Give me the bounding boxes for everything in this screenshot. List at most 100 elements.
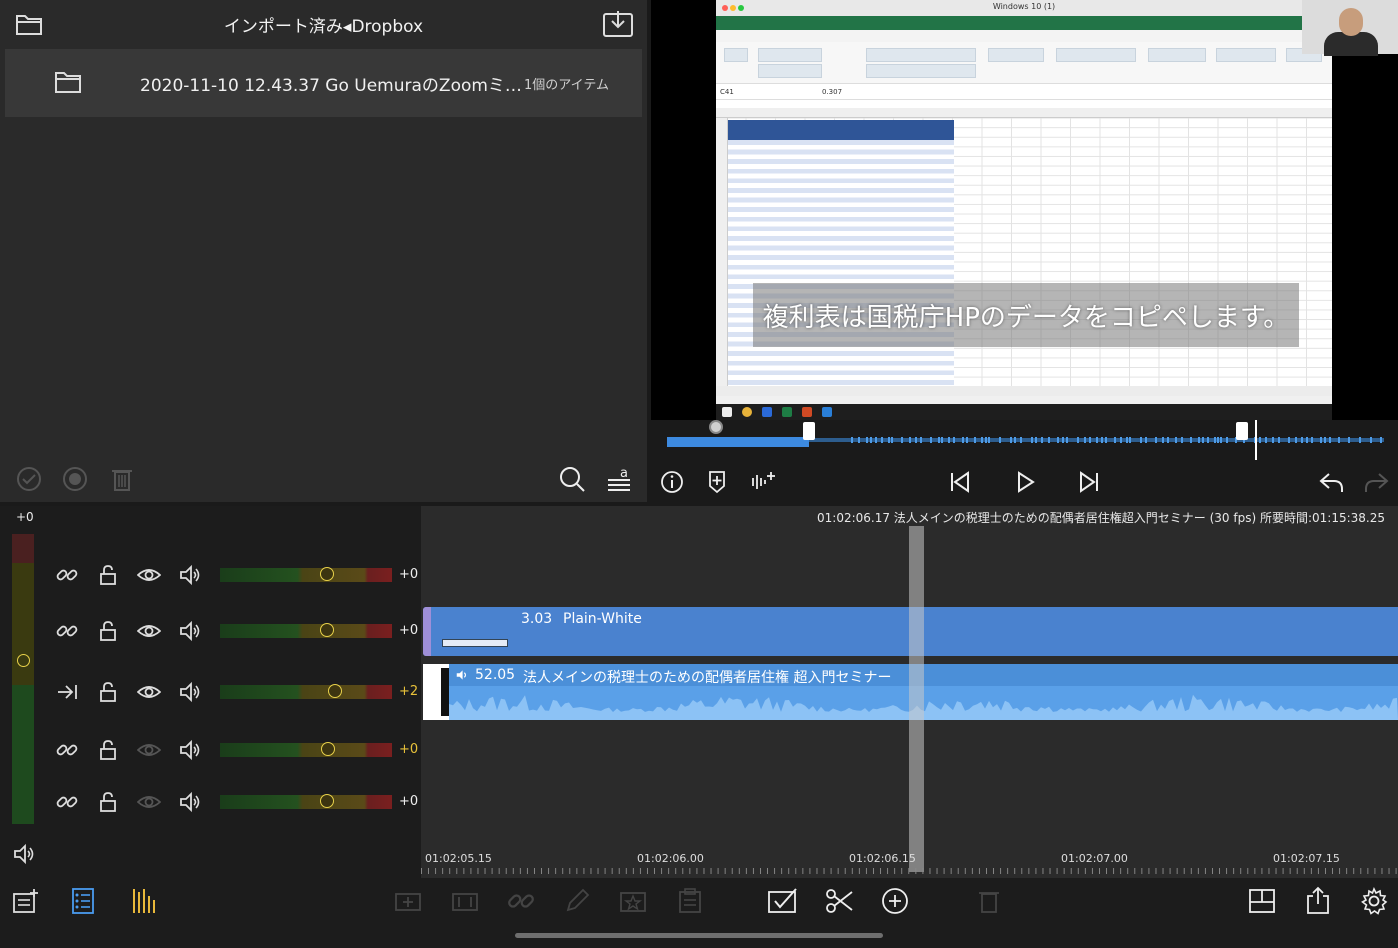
info-icon[interactable] xyxy=(658,468,686,496)
undo-icon[interactable] xyxy=(1317,468,1345,496)
clip-thumbnail xyxy=(423,664,449,720)
favorite-clip-icon[interactable] xyxy=(618,886,648,916)
edit-pencil-icon[interactable] xyxy=(562,886,592,916)
overwrite-clip-icon[interactable] xyxy=(450,886,480,916)
preview-viewer[interactable]: Windows 10 (1) C41 0.307 xyxy=(651,0,1398,420)
speaker-icon[interactable] xyxy=(12,842,36,866)
webcam-thumbnail xyxy=(1302,0,1398,56)
timeline-ruler[interactable]: 01:02:05.15 01:02:06.00 01:02:06.15 01:0… xyxy=(421,846,1398,878)
speaker-icon[interactable] xyxy=(178,790,202,814)
audio-meters-icon[interactable] xyxy=(130,886,160,916)
eye-icon[interactable] xyxy=(137,738,161,762)
powerpoint-icon xyxy=(802,407,812,417)
link-icon[interactable] xyxy=(55,619,79,643)
speaker-icon[interactable] xyxy=(178,738,202,762)
track-row: +0 xyxy=(0,611,421,651)
in-marker[interactable] xyxy=(803,422,815,440)
eye-icon[interactable] xyxy=(137,619,161,643)
play-icon[interactable] xyxy=(1011,468,1039,496)
volume-knob[interactable] xyxy=(319,623,334,637)
excel-statusbar xyxy=(716,396,1332,404)
excel-titlebar xyxy=(716,16,1332,30)
insert-clip-icon[interactable] xyxy=(393,886,423,916)
volume-knob[interactable] xyxy=(328,684,343,698)
track-volume-slider[interactable] xyxy=(220,623,392,638)
redo-icon[interactable] xyxy=(1363,468,1391,496)
app-icon xyxy=(762,407,772,417)
scissors-icon[interactable] xyxy=(824,886,854,916)
track-volume-slider[interactable] xyxy=(220,742,392,757)
timeline[interactable]: 01:02:06.17 法人メインの税理士のための配偶者居住権超入門セミナー (… xyxy=(421,506,1398,878)
track-volume-slider[interactable] xyxy=(220,684,392,699)
trash-icon[interactable] xyxy=(107,464,137,494)
add-circle-icon[interactable] xyxy=(880,886,910,916)
trash-icon[interactable] xyxy=(974,886,1004,916)
track-headers-icon[interactable] xyxy=(68,886,98,916)
voiceover-icon[interactable] xyxy=(749,468,777,496)
sort-text-icon[interactable]: a xyxy=(604,464,634,494)
excel-icon xyxy=(782,407,792,417)
clipboard-icon[interactable] xyxy=(675,886,705,916)
lock-icon[interactable] xyxy=(96,619,120,643)
ruler-label: 01:02:06.00 xyxy=(637,852,704,865)
share-icon[interactable] xyxy=(1303,886,1333,916)
track-volume-slider[interactable] xyxy=(220,567,392,582)
windows-taskbar xyxy=(716,404,1332,420)
speaker-icon[interactable] xyxy=(178,680,202,704)
folder-item-count: 1個のアイテム xyxy=(524,78,609,93)
home-indicator[interactable] xyxy=(515,933,883,938)
overview-scrubber[interactable] xyxy=(651,420,1398,460)
volume-knob[interactable] xyxy=(321,742,336,756)
excel-ribbon-tabs xyxy=(716,30,1332,42)
media-browser: インポート済み◂Dropbox 2020-11-10 12.43.37 Go U… xyxy=(0,0,647,502)
scrubber-selection xyxy=(667,437,809,447)
previous-clip-icon[interactable] xyxy=(946,468,974,496)
layout-icon[interactable] xyxy=(1247,886,1277,916)
speaker-icon[interactable] xyxy=(178,619,202,643)
scrubber-playhead[interactable] xyxy=(1255,420,1257,460)
import-icon[interactable] xyxy=(601,9,635,39)
settings-gear-icon[interactable] xyxy=(1359,886,1389,916)
scrubber-handle[interactable] xyxy=(709,420,723,434)
volume-knob[interactable] xyxy=(319,567,334,581)
select-checkbox-icon[interactable] xyxy=(767,886,797,916)
chrome-icon xyxy=(742,407,752,417)
attach-arrow-icon[interactable] xyxy=(55,680,79,704)
link-icon[interactable] xyxy=(55,790,79,814)
playhead[interactable] xyxy=(909,526,924,872)
link-icon[interactable] xyxy=(506,886,536,916)
eye-icon[interactable] xyxy=(137,563,161,587)
sheet-tabs xyxy=(716,386,1332,396)
search-icon[interactable] xyxy=(557,464,587,494)
master-level-knob[interactable] xyxy=(17,654,30,667)
subtitle-text: 複利表は国税庁HPのデータをコピペします。 xyxy=(762,303,1290,333)
clip-thumbnail xyxy=(442,639,508,647)
lock-icon[interactable] xyxy=(96,738,120,762)
browser-folder-item[interactable]: 2020-11-10 12.43.37 Go UemuraのZoomミ… 1個の… xyxy=(5,49,642,117)
lock-icon[interactable] xyxy=(96,790,120,814)
lock-icon[interactable] xyxy=(96,563,120,587)
window-title: Windows 10 (1) xyxy=(992,2,1056,11)
eye-icon[interactable] xyxy=(137,790,161,814)
luma-fusion-app: インポート済み◂Dropbox 2020-11-10 12.43.37 Go U… xyxy=(0,0,1398,948)
clip-name: 法人メインの税理士のための配偶者居住権 超入門セミナー xyxy=(523,670,892,686)
speaker-icon[interactable] xyxy=(178,563,202,587)
link-icon[interactable] xyxy=(55,563,79,587)
record-circle-icon[interactable] xyxy=(60,464,90,494)
table-header xyxy=(728,120,954,140)
lock-icon[interactable] xyxy=(96,680,120,704)
clip-trim-handle[interactable] xyxy=(423,607,431,656)
track-row: +0 xyxy=(0,555,421,595)
project-manager-icon[interactable] xyxy=(10,886,40,916)
track-volume-slider[interactable] xyxy=(220,794,392,809)
out-marker[interactable] xyxy=(1236,422,1248,440)
add-marker-icon[interactable] xyxy=(703,468,731,496)
volume-knob[interactable] xyxy=(319,794,334,808)
eye-icon[interactable] xyxy=(137,680,161,704)
track-row: +2 xyxy=(0,672,421,712)
link-icon[interactable] xyxy=(55,738,79,762)
next-clip-icon[interactable] xyxy=(1075,468,1103,496)
checkmark-circle-icon[interactable] xyxy=(14,464,44,494)
clip-name: Plain-White xyxy=(563,611,642,627)
transport-controls xyxy=(651,460,1398,502)
